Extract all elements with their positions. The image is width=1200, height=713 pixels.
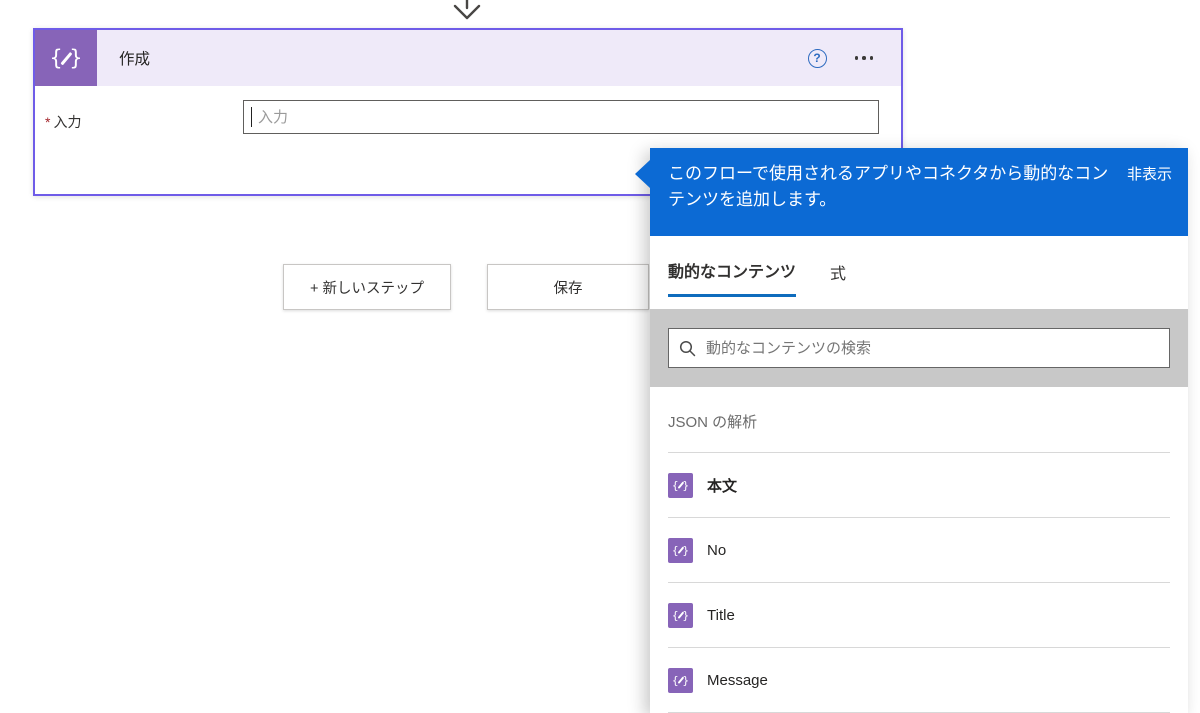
dynamic-content-item[interactable]: {} Message bbox=[668, 648, 1170, 713]
compose-input-field[interactable] bbox=[243, 100, 879, 134]
required-marker: * bbox=[45, 114, 51, 130]
dynamic-content-search-input[interactable] bbox=[706, 339, 1159, 357]
search-icon bbox=[679, 340, 696, 356]
power-automate-designer: {} 作成 ? *入力 + 新しいステップ 保存 このフローで使用されるアプリや… bbox=[0, 0, 1200, 713]
search-box bbox=[668, 328, 1170, 368]
hide-button[interactable]: 非表示 bbox=[1121, 161, 1172, 184]
dynamic-content-item[interactable]: {} Title bbox=[668, 583, 1170, 648]
ellipsis-menu-icon[interactable] bbox=[853, 52, 876, 64]
dynamic-token-icon: {} bbox=[668, 472, 693, 498]
flyout-message: このフローで使用されるアプリやコネクタから動的なコンテンツを追加します。 bbox=[668, 164, 1109, 210]
dynamic-token-icon: {} bbox=[668, 667, 693, 693]
search-strip bbox=[650, 309, 1188, 387]
dynamic-token-icon: {} bbox=[668, 602, 693, 628]
dynamic-content-item[interactable]: {} 本文 bbox=[668, 453, 1170, 518]
tab-expression[interactable]: 式 bbox=[830, 258, 846, 297]
group-title-parse-json: JSON の解析 bbox=[668, 414, 758, 431]
compose-action-icon: {} bbox=[35, 30, 97, 86]
flyout-tabs: 動的なコンテンツ 式 bbox=[650, 236, 1188, 297]
compose-input-wrap bbox=[243, 100, 879, 134]
compose-card-header[interactable]: {} 作成 ? bbox=[35, 30, 901, 86]
dynamic-token-icon: {} bbox=[668, 537, 693, 563]
flow-connector-arrow-icon bbox=[453, 0, 481, 20]
tab-dynamic-content[interactable]: 動的なコンテンツ bbox=[668, 258, 797, 297]
help-icon[interactable]: ? bbox=[807, 48, 827, 68]
new-step-button[interactable]: + 新しいステップ bbox=[283, 264, 451, 310]
dynamic-content-flyout: このフローで使用されるアプリやコネクタから動的なコンテンツを追加します。 非表示… bbox=[635, 148, 1188, 713]
flyout-header: このフローで使用されるアプリやコネクタから動的なコンテンツを追加します。 非表示 bbox=[650, 148, 1188, 236]
save-button[interactable]: 保存 bbox=[487, 264, 649, 310]
input-field-label: * 入力 bbox=[45, 114, 82, 130]
action-title: 作成 bbox=[119, 51, 151, 68]
dynamic-content-list: JSON の解析 {} 本文 {} No {} Title {} Messag… bbox=[650, 411, 1188, 713]
flyout-beak bbox=[635, 160, 650, 188]
dynamic-content-item[interactable]: {} No bbox=[668, 518, 1170, 583]
text-caret bbox=[251, 107, 252, 127]
